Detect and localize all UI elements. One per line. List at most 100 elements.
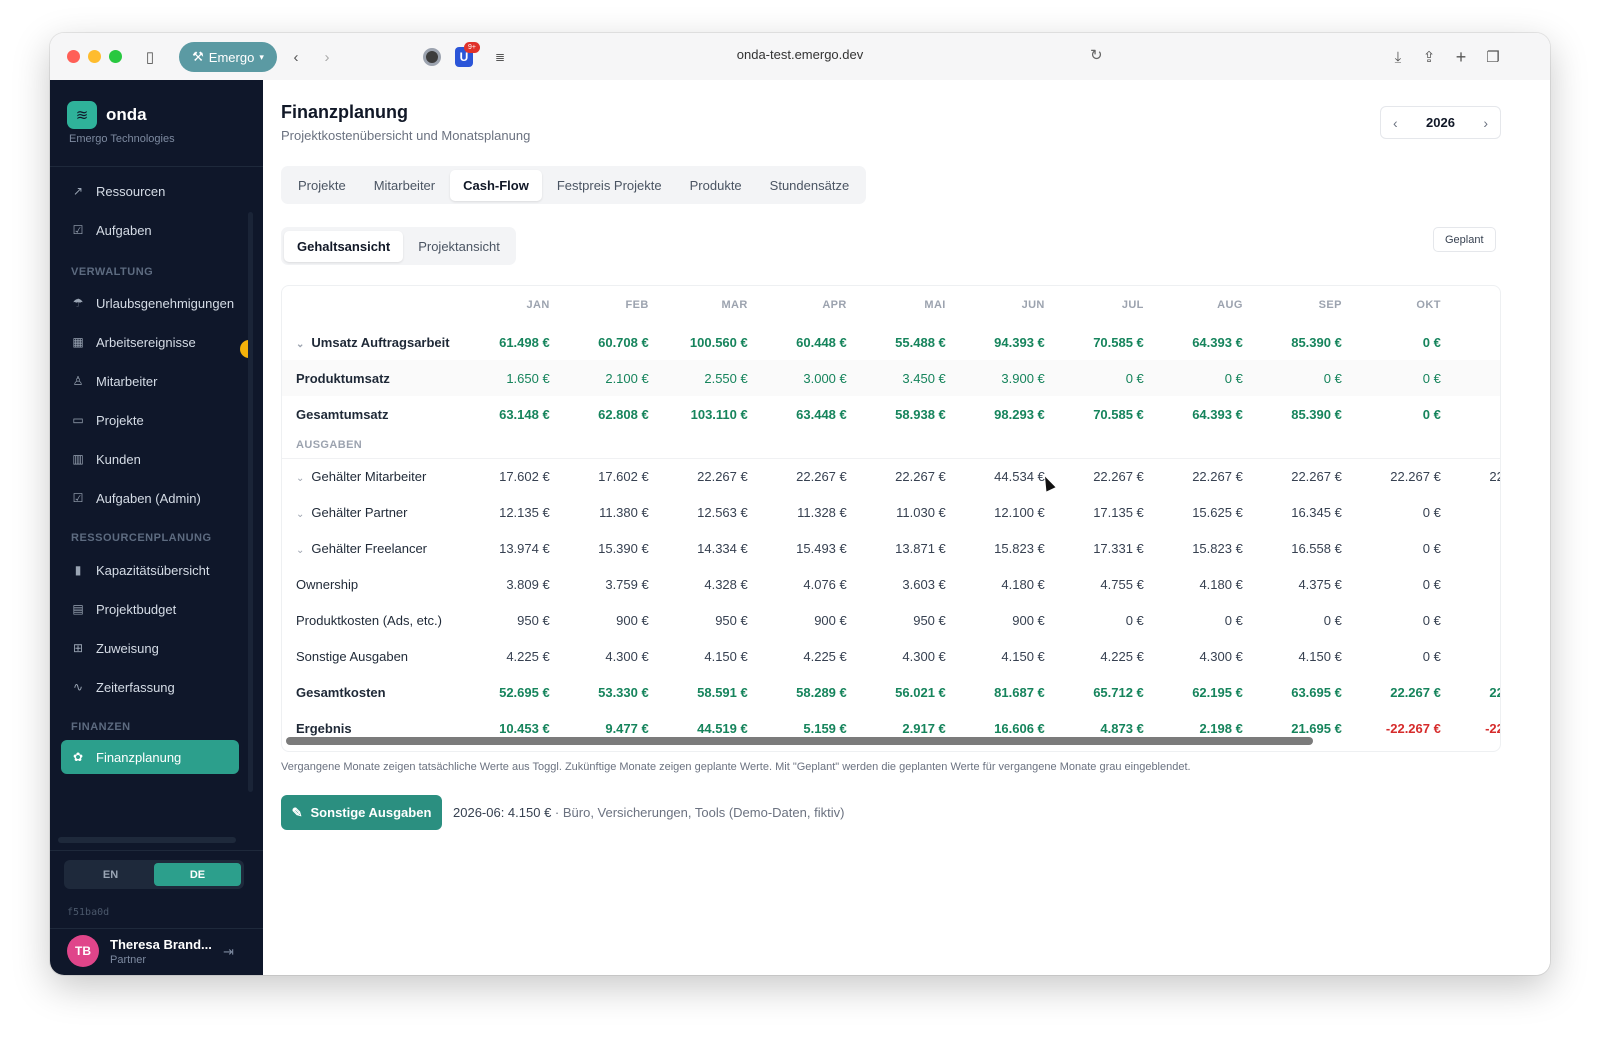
sidebar-item-label: Projektbudget <box>96 601 177 617</box>
user-role: Partner <box>110 953 147 966</box>
sidebar-item-kunden[interactable]: ▥ Kunden <box>61 442 239 476</box>
chevron-right-icon[interactable]: › <box>1483 115 1488 131</box>
logout-icon[interactable]: ⇥ <box>223 944 234 960</box>
address-bar[interactable]: onda-test.emergo.dev <box>50 47 1550 62</box>
sidebar-item-projekte[interactable]: ▭ Projekte <box>61 403 239 437</box>
table-cell: 13.871 € <box>895 540 946 556</box>
edit-other-expenses-button[interactable]: ✎ Sonstige Ausgaben <box>281 795 442 830</box>
sidebar-item-arbeitsereignisse[interactable]: ▦ Arbeitsereignisse <box>61 325 239 359</box>
table-cell: 85.390 € <box>1291 406 1342 422</box>
sidebar-item-label: Aufgaben (Admin) <box>96 490 201 506</box>
table-cell: 63.148 € <box>499 406 550 422</box>
column-header-aug: AUG <box>1217 299 1243 311</box>
sidebar-item-mitarbeiter[interactable]: ♙ Mitarbeiter <box>61 364 239 398</box>
chevron-down-icon[interactable]: ⌄ <box>296 545 304 556</box>
sidebar-item-projektbudget[interactable]: ▤ Projektbudget <box>61 592 239 626</box>
table-cell: 58.591 € <box>697 684 748 700</box>
column-header-jul: JUL <box>1121 299 1144 311</box>
sidebar-item-aufgaben[interactable]: ☑ Aufgaben <box>61 213 239 247</box>
tab-projekte[interactable]: Projekte <box>285 170 359 201</box>
sidebar-item-label: Urlaubsgenehmigungen <box>96 295 235 311</box>
tab-stundensaetze[interactable]: Stundensätze <box>757 170 863 201</box>
column-header-label <box>282 286 463 324</box>
row-label-text: Gehälter Freelancer <box>311 540 428 556</box>
sidebar-item-zeiterfassung[interactable]: ∿ Zeiterfassung <box>61 670 239 704</box>
row-label: Gesamtkosten <box>282 674 463 710</box>
table-cell: 4.225 € <box>506 648 550 664</box>
table-cell: 0 € <box>1224 612 1243 628</box>
table-row: ⌄ Gehälter Partner 12.135 € 11.380 € 12.563 … <box>282 494 1500 530</box>
expense-info: 2026-06: 4.150 € · Büro, Versicherungen,… <box>453 805 844 820</box>
sidebar-item-zuweisung[interactable]: ⊞ Zuweisung <box>61 631 239 665</box>
table-cell: 3.900 € <box>957 360 1057 396</box>
tab-cash-flow[interactable]: Cash-Flow <box>450 169 542 201</box>
table-cell: 0 € <box>1453 494 1500 530</box>
sidebar-item-label: Projekte <box>96 412 144 428</box>
view-tabs: Gehaltsansicht Projektansicht <box>281 227 516 265</box>
tab-projektansicht[interactable]: Projektansicht <box>405 231 513 262</box>
table-cell: 58.289 € <box>796 684 847 700</box>
row-label[interactable]: ⌄ Umsatz Auftragsarbeit <box>282 324 463 360</box>
row-label-text: Ergebnis <box>296 720 352 736</box>
table-cell: 65.712 € <box>1093 684 1144 700</box>
brand[interactable]: ≋ onda <box>67 101 147 129</box>
avatar: TB <box>67 935 99 967</box>
table-cell: 62.195 € <box>1192 684 1243 700</box>
sidebar-item-label: Finanzplanung <box>96 749 182 765</box>
section-label: AUSGABEN <box>282 432 1500 459</box>
tab-festpreis-projekte[interactable]: Festpreis Projekte <box>544 170 675 201</box>
share-icon[interactable]: ⇪ <box>1418 46 1440 68</box>
download-icon[interactable]: ⤓ <box>1387 46 1409 68</box>
table-cell: 3.000 € <box>759 360 859 396</box>
tab-produkte[interactable]: Produkte <box>677 170 755 201</box>
building-icon: ▥ <box>72 452 84 466</box>
pencil-icon: ✎ <box>291 804 303 820</box>
table-horizontal-scrollbar[interactable] <box>286 737 1313 745</box>
language-en-button[interactable]: EN <box>67 863 154 886</box>
sidebar-item-kapazitaetsuebersicht[interactable]: ▮ Kapazitätsübersicht <box>61 553 239 587</box>
chevron-left-icon[interactable]: ‹ <box>1393 115 1398 131</box>
sidebar-divider <box>50 166 263 167</box>
table-cell: 81.687 € <box>994 684 1045 700</box>
table-cell: 0 € <box>1353 360 1453 396</box>
table-cell: 12.100 € <box>994 504 1045 520</box>
new-tab-icon[interactable]: + <box>1450 46 1472 68</box>
row-label[interactable]: ⌄ Gehälter Partner <box>282 494 463 530</box>
trending-up-icon: ↗ <box>72 184 84 198</box>
sidebar-item-finanzplanung[interactable]: ✿ Finanzplanung <box>61 740 239 774</box>
sidebar-scrollbar[interactable] <box>248 212 253 792</box>
reload-icon[interactable]: ↻ <box>1090 46 1103 64</box>
sidebar-item-aufgaben-admin[interactable]: ☑ Aufgaben (Admin) <box>61 481 239 515</box>
chevron-down-icon[interactable]: ⌄ <box>296 509 304 520</box>
button-label: Sonstige Ausgaben <box>310 805 432 820</box>
table-row: Produktkosten (Ads, etc.) 950 € 900 € 950 €… <box>282 602 1500 638</box>
table-cell: 4.375 € <box>1298 576 1342 592</box>
table-cell: 4.300 € <box>1199 648 1243 664</box>
expense-info-detail: · Büro, Versicherungen, Tools (Demo-Date… <box>551 805 845 820</box>
tab-overview-icon[interactable]: ❐ <box>1482 46 1504 68</box>
table-cell: 60.708 € <box>598 334 649 350</box>
sidebar-item-ressourcen[interactable]: ↗ Ressourcen <box>61 174 239 208</box>
table-cell: 22.267 € <box>1192 468 1243 484</box>
tab-gehaltsansicht[interactable]: Gehaltsansicht <box>284 230 404 262</box>
row-label[interactable]: ⌄ Gehälter Mitarbeiter <box>282 458 463 494</box>
sidebar-item-label: Ressourcen <box>96 183 166 199</box>
table-cell: 22.267 € <box>1489 468 1500 484</box>
language-de-button[interactable]: DE <box>154 863 241 886</box>
table-cell: 22.267 € <box>1093 468 1144 484</box>
table-cell: 53.330 € <box>598 684 649 700</box>
planned-toggle-button[interactable]: Geplant <box>1433 227 1496 252</box>
table-row: Sonstige Ausgaben 4.225 € 4.300 € 4.150 € 4.… <box>282 638 1500 674</box>
table-cell: 950 € <box>517 612 550 628</box>
user-profile[interactable]: TB Theresa Brand... Partner <box>67 935 212 967</box>
row-label[interactable]: ⌄ Gehälter Freelancer <box>282 530 463 566</box>
column-header-jun: JUN <box>1021 299 1045 311</box>
table-cell: 63.448 € <box>796 406 847 422</box>
column-header-sep: SEP <box>1318 299 1342 311</box>
tab-mitarbeiter[interactable]: Mitarbeiter <box>361 170 448 201</box>
sidebar-item-urlaubsgenehmigungen[interactable]: ☂ Urlaubsgenehmigungen <box>61 286 239 320</box>
table-cell: 22.267 € <box>796 468 847 484</box>
sidebar-horizontal-scrollbar[interactable] <box>58 837 236 843</box>
chevron-down-icon[interactable]: ⌄ <box>296 339 304 350</box>
chevron-down-icon[interactable]: ⌄ <box>296 473 304 484</box>
